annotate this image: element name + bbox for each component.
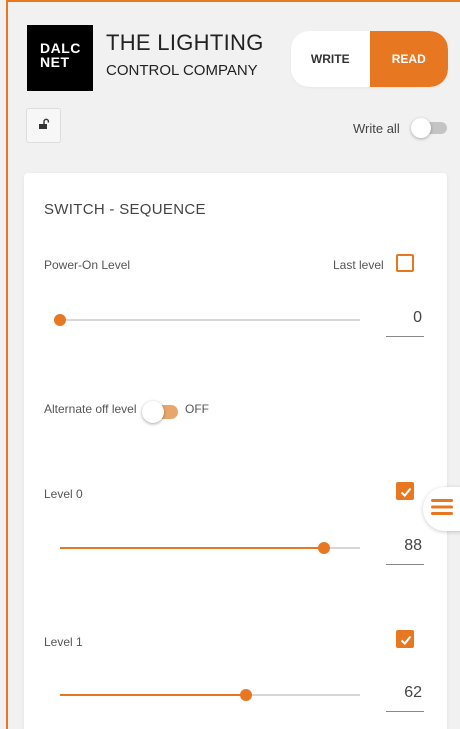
check-icon bbox=[400, 635, 412, 645]
frame-border-top bbox=[6, 0, 460, 2]
write-all-switch-knob bbox=[411, 118, 431, 138]
power-on-level-value[interactable]: 0 bbox=[386, 303, 424, 337]
slider-fill bbox=[60, 547, 324, 549]
last-level-label: Last level bbox=[333, 258, 384, 272]
frame-border-left bbox=[6, 0, 8, 729]
dalcnet-logo: DALC NET bbox=[27, 25, 93, 91]
slider-fill bbox=[60, 694, 246, 696]
read-button[interactable]: READ bbox=[369, 31, 448, 87]
read-write-toggle: WRITE READ bbox=[291, 31, 448, 87]
last-level-checkbox[interactable] bbox=[396, 254, 414, 272]
power-on-level-label: Power-On Level bbox=[44, 258, 131, 272]
switch-sequence-card: SWITCH - SEQUENCE Power-On Level Last le… bbox=[24, 173, 447, 729]
write-button[interactable]: WRITE bbox=[291, 31, 370, 87]
write-all-switch[interactable] bbox=[411, 118, 447, 138]
level-0-checkbox[interactable] bbox=[396, 482, 414, 500]
level-1-label: Level 1 bbox=[44, 635, 83, 649]
logo-line1: DALC bbox=[40, 40, 81, 56]
slider-thumb[interactable] bbox=[54, 314, 66, 326]
lock-button[interactable] bbox=[26, 108, 61, 143]
alternate-off-state: OFF bbox=[185, 402, 209, 416]
company-name-line2: CONTROL COMPANY bbox=[106, 62, 258, 79]
check-icon bbox=[400, 487, 412, 497]
slider-thumb[interactable] bbox=[240, 689, 252, 701]
company-name-line1: THE LIGHTING bbox=[106, 30, 264, 55]
level-0-value[interactable]: 88 bbox=[386, 531, 424, 565]
level-1-value[interactable]: 62 bbox=[386, 678, 424, 712]
hamburger-menu-icon bbox=[431, 497, 453, 522]
alternate-off-switch-knob bbox=[142, 401, 164, 423]
alternate-off-level-switch[interactable] bbox=[142, 401, 180, 423]
slider-thumb[interactable] bbox=[318, 542, 330, 554]
power-on-level-slider[interactable] bbox=[54, 310, 360, 330]
logo-line2: NET bbox=[40, 54, 70, 70]
section-title: SWITCH - SEQUENCE bbox=[44, 201, 206, 218]
write-all-label: Write all bbox=[353, 121, 400, 136]
slider-rail bbox=[60, 319, 360, 321]
lock-open-icon bbox=[38, 117, 50, 135]
level-0-label: Level 0 bbox=[44, 487, 83, 501]
alternate-off-level-label: Alternate off level bbox=[44, 402, 137, 416]
level-0-slider[interactable] bbox=[60, 538, 360, 558]
level-1-checkbox[interactable] bbox=[396, 630, 414, 648]
level-1-slider[interactable] bbox=[60, 685, 360, 705]
menu-fab-button[interactable] bbox=[423, 487, 460, 531]
